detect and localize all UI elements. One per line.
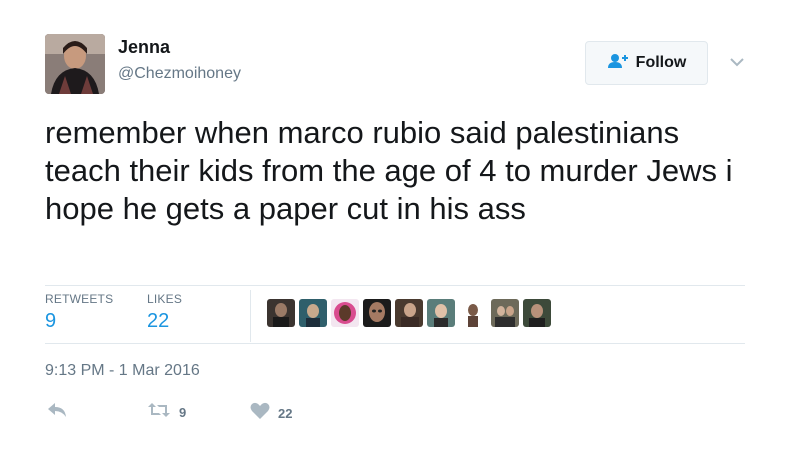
avatar[interactable]	[45, 34, 105, 94]
retweet-count: 9	[179, 405, 187, 420]
add-user-icon	[607, 53, 629, 74]
liker-avatar[interactable]	[523, 299, 551, 327]
tweet-timestamp[interactable]: 9:13 PM - 1 Mar 2016	[45, 362, 200, 380]
retweet-button[interactable]: 9	[147, 402, 186, 423]
likes-value: 22	[147, 310, 170, 332]
retweet-icon	[147, 402, 171, 423]
liker-avatar[interactable]	[395, 299, 423, 327]
stats-separator	[250, 290, 251, 342]
stats-bottom-divider	[45, 343, 745, 344]
liker-avatar[interactable]	[491, 299, 519, 327]
liker-avatar[interactable]	[267, 299, 295, 327]
follow-label: Follow	[635, 54, 687, 71]
user-handle[interactable]: @Chezmoihoney	[118, 65, 241, 83]
retweets-value: 9	[45, 310, 57, 332]
likes-label: LIKES	[147, 292, 183, 306]
avatar-image	[45, 34, 105, 94]
likers-avatars	[267, 299, 551, 327]
reply-icon	[47, 402, 67, 423]
retweets-label: RETWEETS	[45, 292, 114, 306]
follow-button[interactable]: Follow	[585, 41, 708, 85]
likes-stat[interactable]: LIKES 22	[147, 292, 182, 333]
retweets-stat[interactable]: RETWEETS 9	[45, 292, 113, 333]
liker-avatar[interactable]	[331, 299, 359, 327]
chevron-down-icon[interactable]	[729, 55, 745, 67]
reply-button[interactable]	[47, 402, 67, 423]
like-button[interactable]: 22	[250, 402, 292, 425]
user-name[interactable]: Jenna	[118, 37, 170, 58]
like-count: 22	[278, 406, 293, 421]
liker-avatar[interactable]	[363, 299, 391, 327]
liker-avatar[interactable]	[459, 299, 487, 327]
heart-icon	[250, 402, 270, 425]
liker-avatar[interactable]	[427, 299, 455, 327]
liker-avatar[interactable]	[299, 299, 327, 327]
stats-top-divider	[45, 285, 745, 286]
tweet-text: remember when marco rubio said palestini…	[45, 115, 733, 226]
